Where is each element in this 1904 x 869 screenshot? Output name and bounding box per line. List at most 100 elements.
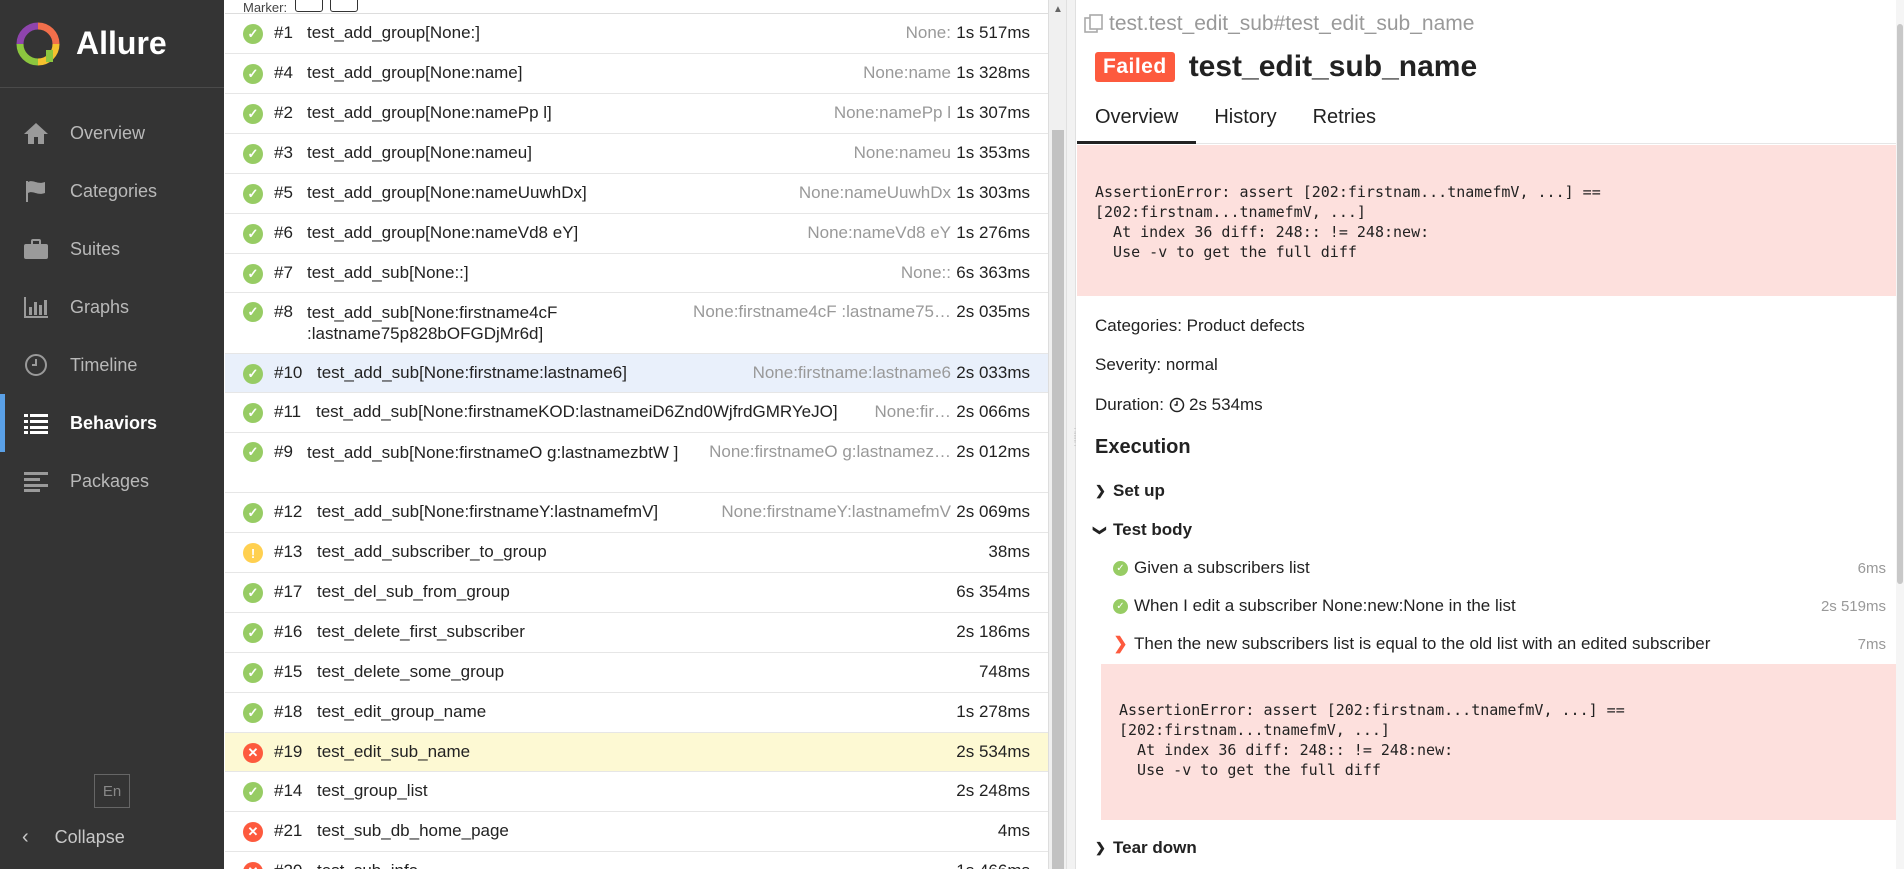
test-tree: Marker: ✓ #1 test_add_group[None:] None:… — [225, 0, 1066, 869]
sidebar-item-timeline[interactable]: Timeline — [0, 336, 224, 394]
table-row[interactable]: ✓ #16 test_delete_first_subscriber 2s 18… — [225, 613, 1048, 653]
table-row[interactable]: ✓ #11 test_add_sub[None:firstnameKOD:las… — [225, 393, 1048, 433]
stage-teardown[interactable]: ❯ Tear down — [1095, 838, 1197, 858]
test-name: test_add_group[None:nameu] — [307, 143, 532, 162]
step-row[interactable]: ✓ Given a subscribers list 6ms — [1113, 558, 1886, 578]
sidebar-item-behaviors[interactable]: Behaviors — [0, 394, 224, 452]
test-duration: 1s 303ms — [956, 183, 1030, 202]
test-name: test_group_list — [317, 781, 428, 800]
sidebar-item-packages[interactable]: Packages — [0, 452, 224, 510]
tab-overview[interactable]: Overview — [1077, 98, 1197, 144]
table-row[interactable]: ✓ #3 test_add_group[None:nameu] None:nam… — [225, 134, 1048, 174]
sidebar-item-suites[interactable]: Suites — [0, 220, 224, 278]
copy-icon[interactable] — [1083, 13, 1105, 35]
test-number: #7 — [274, 263, 293, 282]
passed-status-icon: ✓ — [243, 364, 263, 384]
passed-status-icon: ✓ — [243, 64, 263, 84]
table-row[interactable]: ✕ #20 test_sub_info 1s 466ms — [225, 852, 1048, 869]
table-row[interactable]: ✓ #14 test_group_list 2s 248ms — [225, 772, 1048, 812]
table-row[interactable]: ✕ #19 test_edit_sub_name 2s 534ms — [225, 733, 1048, 772]
passed-status-icon: ✓ — [243, 503, 263, 523]
table-row[interactable]: ! #13 test_add_subscriber_to_group 38ms — [225, 533, 1048, 573]
table-row[interactable]: ✓ #6 test_add_group[None:nameVd8 eY] Non… — [225, 214, 1048, 254]
broken-status-icon: ! — [243, 543, 263, 563]
chevron-left-icon: ‹ — [22, 825, 29, 848]
stage-setup[interactable]: ❯ Set up — [1095, 481, 1165, 501]
marker-toggle[interactable] — [330, 0, 359, 12]
test-number: #5 — [274, 183, 293, 202]
test-number: #8 — [274, 302, 293, 321]
step-label: Given a subscribers list — [1134, 558, 1310, 577]
table-row[interactable]: ✓ #18 test_edit_group_name 1s 278ms — [225, 693, 1048, 733]
sidebar-item-overview[interactable]: Overview — [0, 104, 224, 162]
test-param: None:name — [863, 63, 951, 82]
table-row[interactable]: ✓ #12 test_add_sub[None:firstnameY:lastn… — [225, 493, 1048, 533]
test-number: #1 — [274, 23, 293, 42]
table-row[interactable]: ✓ #7 test_add_sub[None::] None:: 6s 363m… — [225, 254, 1048, 293]
sidebar-item-graphs[interactable]: Graphs — [0, 278, 224, 336]
step-row[interactable]: ✓ When I edit a subscriber None:new:None… — [1113, 596, 1886, 616]
passed-status-icon: ✓ — [243, 663, 263, 683]
test-duration: 1s 328ms — [956, 63, 1030, 82]
passed-status-icon: ✓ — [1113, 598, 1128, 614]
brand[interactable]: Allure — [0, 0, 224, 88]
collapse-label: Collapse — [54, 826, 125, 847]
test-duration: 38ms — [988, 542, 1030, 561]
stage-test-body[interactable]: ❯ Test body — [1093, 520, 1192, 540]
test-param: None:nameu — [853, 143, 951, 162]
test-number: #13 — [274, 542, 303, 561]
test-param: None:namePp l — [833, 103, 951, 122]
passed-status-icon: ✓ — [243, 104, 263, 124]
test-number: #11 — [274, 402, 302, 421]
test-details: test.test_edit_sub#test_edit_sub_name Fa… — [1077, 0, 1904, 869]
test-name: test_add_sub[None:firstnameO g:lastnamez… — [307, 443, 679, 462]
tree-scrollbar[interactable]: ▲ — [1048, 0, 1066, 869]
test-duration: 2s 186ms — [956, 622, 1030, 641]
test-duration: 2s 035ms — [956, 302, 1030, 321]
scrollbar-thumb[interactable] — [1897, 24, 1903, 584]
language-button[interactable]: En — [94, 774, 130, 808]
tab-retries[interactable]: Retries — [1295, 98, 1394, 144]
details-scrollbar[interactable] — [1896, 0, 1904, 869]
table-row[interactable]: ✕ #21 test_sub_db_home_page 4ms — [225, 812, 1048, 852]
error-message: AssertionError: assert [202:firstnam...t… — [1077, 145, 1904, 296]
passed-status-icon: ✓ — [243, 184, 263, 204]
passed-status-icon: ✓ — [243, 302, 263, 322]
tab-history[interactable]: History — [1196, 98, 1294, 144]
test-number: #18 — [274, 702, 303, 721]
passed-status-icon: ✓ — [243, 623, 263, 643]
table-row[interactable]: ✓ #4 test_add_group[None:name] None:name… — [225, 54, 1048, 94]
test-duration: 2s 248ms — [956, 781, 1030, 800]
collapse-button[interactable]: ‹ Collapse — [22, 822, 125, 852]
test-param: None: — [905, 23, 951, 42]
sidebar-item-label: Timeline — [70, 354, 138, 375]
table-row[interactable]: ✓ #17 test_del_sub_from_group 6s 354ms — [225, 573, 1048, 613]
table-row[interactable]: ✓ #15 test_delete_some_group 748ms — [225, 653, 1048, 693]
passed-status-icon: ✓ — [243, 703, 263, 723]
test-number: #9 — [274, 442, 293, 461]
test-path: test.test_edit_sub#test_edit_sub_name — [1083, 12, 1474, 36]
test-duration: 2s 069ms — [956, 502, 1030, 521]
table-row[interactable]: ✓ #8 test_add_sub[None:firstname4cF :las… — [225, 293, 1048, 354]
marker-toggle[interactable] — [294, 0, 323, 12]
table-row[interactable]: ✓ #9 test_add_sub[None:firstnameO g:last… — [225, 433, 1048, 493]
scroll-up-icon[interactable]: ▲ — [1053, 4, 1063, 15]
table-row[interactable]: ✓ #1 test_add_group[None:] None: 1s 517m… — [225, 14, 1048, 54]
pane-splitter[interactable]: ⋮ ⋮ ⋮ — [1066, 0, 1080, 869]
table-row[interactable]: ✓ #10 test_add_sub[None:firstname:lastna… — [225, 354, 1048, 393]
execution-title: Execution — [1095, 436, 1191, 458]
test-number: #21 — [274, 821, 303, 840]
test-param: None:firstname:lastname6 — [752, 363, 951, 382]
step-row[interactable]: ❯ Then the new subscribers list is equal… — [1113, 634, 1886, 654]
sidebar-item-categories[interactable]: Categories — [0, 162, 224, 220]
sidebar-item-label: Behaviors — [70, 412, 158, 433]
step-duration: 7ms — [1857, 635, 1886, 653]
briefcase-icon — [22, 235, 50, 263]
details-tabs: Overview History Retries — [1077, 98, 1904, 144]
test-duration: 6s 354ms — [956, 582, 1030, 601]
scrollbar-thumb[interactable] — [1052, 130, 1064, 869]
stage-label: Set up — [1113, 481, 1165, 500]
table-row[interactable]: ✓ #2 test_add_group[None:namePp l] None:… — [225, 94, 1048, 134]
table-row[interactable]: ✓ #5 test_add_group[None:nameUuwhDx] Non… — [225, 174, 1048, 214]
test-name: test_delete_some_group — [317, 662, 505, 681]
